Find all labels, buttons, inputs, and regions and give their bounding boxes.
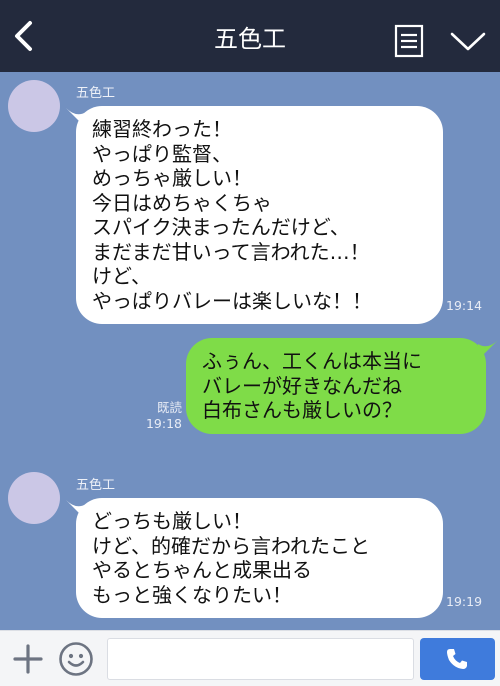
read-label: 既読 [156,400,182,415]
call-button[interactable] [420,638,495,680]
message-line: 白布さんも厳しいの？ [202,398,402,422]
message-line: 今日はめちゃくちゃ [92,190,272,215]
message-line: やっぱりバレーは楽しいな！！ [92,288,372,313]
message-time: 19:19 [446,594,483,609]
chat-title: 五色工 [214,25,286,53]
phone-icon [447,649,467,669]
message-line: もっと強くなりたい！ [92,582,292,607]
message-bubble[interactable]: ふぅん、工くんは本当に バレーが好きなんだね 白布さんも厳しいの？ [186,338,486,434]
message-line: 練習終わった！ [92,117,232,141]
sender-name: 五色工 [76,86,116,101]
message-bubble[interactable]: どっちも厳しい！ けど、的確だから言われたこと やるとちゃんと成果出る もっと強… [76,498,443,618]
bubble-tail [478,340,498,360]
message-time: 19:14 [446,298,483,313]
chat-header: 五色工 [0,0,500,72]
message-line: ふぅん、工くんは本当に [202,349,422,373]
menu-button[interactable] [448,28,488,54]
chevron-down-icon [450,32,486,51]
emoji-button[interactable] [58,641,94,677]
sender-name: 五色工 [76,478,116,493]
message-line: けど、 [92,264,151,288]
message-input[interactable] [107,638,414,680]
plus-button[interactable] [10,641,46,677]
emoji-icon [59,642,93,676]
message-time: 19:18 [145,416,182,431]
avatar[interactable] [8,80,60,132]
read-status: 既読 19:18 [134,400,182,432]
message-line: スパイク決まったんだけど、 [92,215,350,239]
message-line: けど、的確だから言われたこと [92,533,370,558]
message-line: バレーが好きなんだね [202,373,402,398]
note-icon [394,24,424,58]
avatar[interactable] [8,472,60,524]
message-line: どっちも厳しい！ [92,509,252,533]
input-bar [0,630,500,686]
message-line: やっぱり監督、 [92,141,232,166]
message-line: やるとちゃんと成果出る [92,558,312,582]
chat-area[interactable]: 五色工 練習終わった！ やっぱり監督、 めっちゃ厳しい！ 今日はめちゃくちゃ ス… [0,72,500,630]
message-bubble[interactable]: 練習終わった！ やっぱり監督、 めっちゃ厳しい！ 今日はめちゃくちゃ スパイク決… [76,106,443,324]
note-button[interactable] [394,24,424,58]
message-line: めっちゃ厳しい！ [92,166,252,190]
message-line: まだまだ甘いって言われた…！ [92,239,370,264]
plus-icon [13,644,43,674]
